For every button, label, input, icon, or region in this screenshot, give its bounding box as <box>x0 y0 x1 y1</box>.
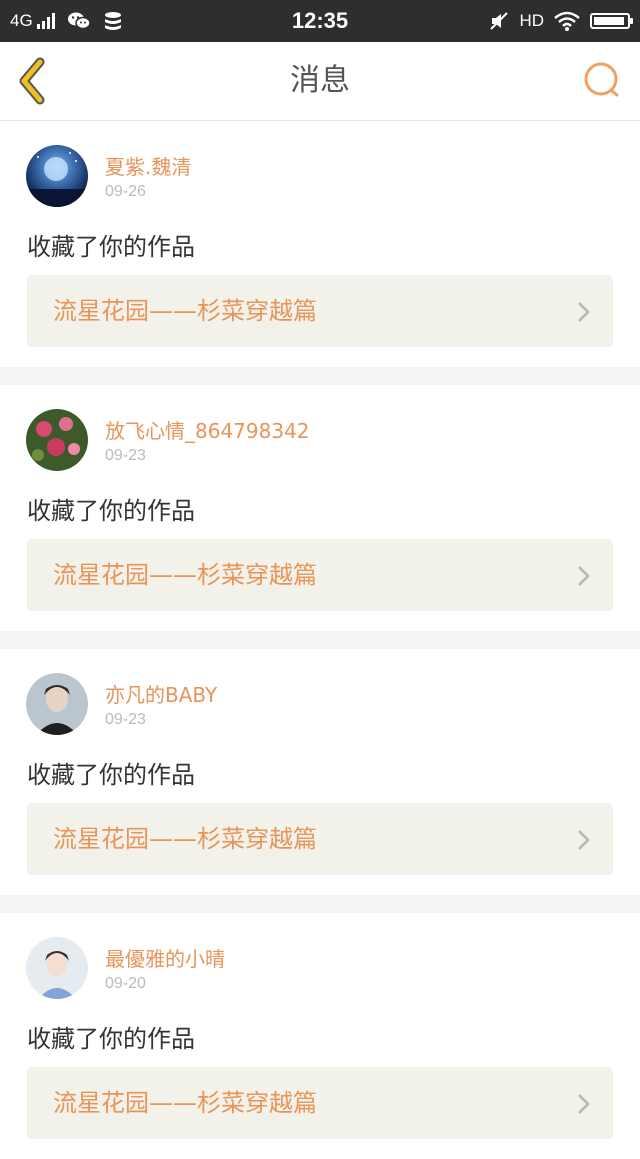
avatar-image <box>26 673 88 735</box>
work-title: 流星花园——杉菜穿越篇 <box>53 825 317 853</box>
status-right: HD <box>489 0 633 42</box>
work-link[interactable]: 流星花园——杉菜穿越篇 <box>27 275 613 347</box>
message-date: 09-26 <box>105 183 146 200</box>
avatar[interactable] <box>26 937 88 999</box>
avatar-image <box>26 937 88 999</box>
message-date: 09-20 <box>105 975 146 992</box>
chevron-right-icon <box>578 566 590 586</box>
work-title: 流星花园——杉菜穿越篇 <box>53 297 317 325</box>
username[interactable]: 放飞心情_864798342 <box>105 415 310 444</box>
chevron-right-icon <box>578 830 590 850</box>
username[interactable]: 最優雅的小晴 <box>105 943 225 972</box>
action-text: 收藏了你的作品 <box>27 233 195 261</box>
status-bar: 4G 12:35 HD <box>0 0 640 42</box>
work-link[interactable]: 流星花园——杉菜穿越篇 <box>27 803 613 875</box>
wifi-icon <box>554 11 580 31</box>
message-card: 最優雅的小晴 09-20 收藏了你的作品 流星花园——杉菜穿越篇 <box>0 913 640 1159</box>
message-card: 放飞心情_864798342 09-23 收藏了你的作品 流星花园——杉菜穿越篇 <box>0 385 640 631</box>
avatar[interactable] <box>26 409 88 471</box>
work-link[interactable]: 流星花园——杉菜穿越篇 <box>27 539 613 611</box>
header: 消息 <box>0 42 640 121</box>
page-title: 消息 <box>290 63 350 98</box>
message-card: 亦凡的BABY 09-23 收藏了你的作品 流星花园——杉菜穿越篇 <box>0 649 640 895</box>
action-text: 收藏了你的作品 <box>27 761 195 789</box>
username[interactable]: 夏紫.魏清 <box>105 151 191 180</box>
avatar-image <box>26 409 88 471</box>
battery-icon <box>590 13 633 29</box>
mute-icon <box>490 12 509 30</box>
hd-indicator: HD <box>519 11 544 30</box>
action-text: 收藏了你的作品 <box>27 1025 195 1053</box>
chevron-right-icon <box>578 1094 590 1114</box>
message-date: 09-23 <box>105 711 146 728</box>
work-link[interactable]: 流星花园——杉菜穿越篇 <box>27 1067 613 1139</box>
work-title: 流星花园——杉菜穿越篇 <box>53 1089 317 1117</box>
search-button[interactable] <box>580 58 626 104</box>
message-date: 09-23 <box>105 447 146 464</box>
avatar[interactable] <box>26 673 88 735</box>
chevron-right-icon <box>578 302 590 322</box>
avatar-image <box>26 145 88 207</box>
avatar[interactable] <box>26 145 88 207</box>
work-title: 流星花园——杉菜穿越篇 <box>53 561 317 589</box>
username[interactable]: 亦凡的BABY <box>105 679 217 708</box>
action-text: 收藏了你的作品 <box>27 497 195 525</box>
message-card: 夏紫.魏清 09-26 收藏了你的作品 流星花园——杉菜穿越篇 <box>0 121 640 367</box>
search-icon <box>584 62 619 97</box>
